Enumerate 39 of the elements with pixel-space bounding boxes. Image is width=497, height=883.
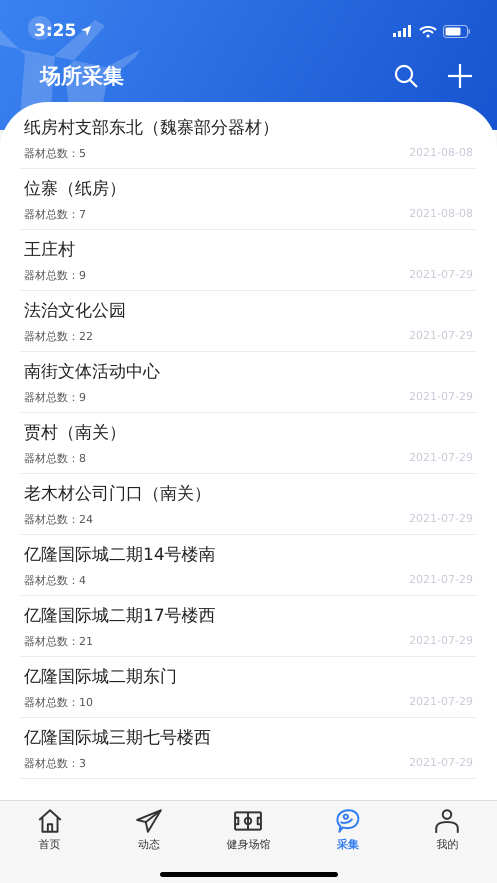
site-name: 贾村（南关） <box>24 422 127 444</box>
wifi-icon <box>419 24 437 38</box>
tab-item[interactable]: 我的 <box>402 807 492 852</box>
location-icon <box>80 25 92 37</box>
site-name: 位寨（纸房） <box>24 178 127 200</box>
tab-item[interactable]: 采集 <box>302 807 393 852</box>
site-name: 亿隆国际城二期14号楼南 <box>24 544 217 566</box>
site-name: 亿隆国际城二期17号楼西 <box>24 604 217 628</box>
site-name: 纸房村支部东北（魏寨部分器材） <box>24 116 280 140</box>
tab-item[interactable]: 首页 <box>4 807 95 852</box>
home-icon <box>36 807 64 835</box>
equipment-count: 器材总数：9 <box>24 390 86 404</box>
person-icon <box>433 807 462 835</box>
site-name: 亿隆国际城二期东门 <box>24 666 178 688</box>
status-time: 3:25 <box>34 21 76 41</box>
add-button[interactable] <box>447 63 473 89</box>
equipment-count: 器材总数：21 <box>24 634 93 648</box>
site-name: 亿隆国际城三期七号楼西 <box>24 726 212 750</box>
site-name: 老木材公司门口（南关） <box>24 482 212 506</box>
equipment-count: 器材总数：9 <box>24 268 86 282</box>
battery-icon <box>443 24 471 38</box>
site-name: 王庄村 <box>24 238 76 262</box>
signal-icon <box>393 25 413 37</box>
chat-icon <box>334 807 362 835</box>
tab-item[interactable]: 健身场馆 <box>203 807 294 852</box>
equipment-count: 器材总数：8 <box>24 450 86 466</box>
equipment-count: 器材总数：10 <box>24 694 93 710</box>
equipment-count: 器材总数：4 <box>24 572 86 588</box>
page-title: 场所采集 <box>40 63 125 90</box>
equipment-count: 器材总数：3 <box>24 756 86 770</box>
equipment-count: 器材总数：24 <box>24 512 93 526</box>
equipment-count: 器材总数：22 <box>24 328 93 344</box>
tab-item[interactable]: 动态 <box>104 807 194 852</box>
plane-icon <box>135 807 164 835</box>
equipment-count: 器材总数：7 <box>24 206 86 222</box>
site-name: 南街文体活动中心 <box>24 360 161 384</box>
equipment-count: 器材总数：5 <box>24 146 86 160</box>
site-name: 法治文化公园 <box>24 300 127 322</box>
search-button[interactable] <box>393 63 419 89</box>
